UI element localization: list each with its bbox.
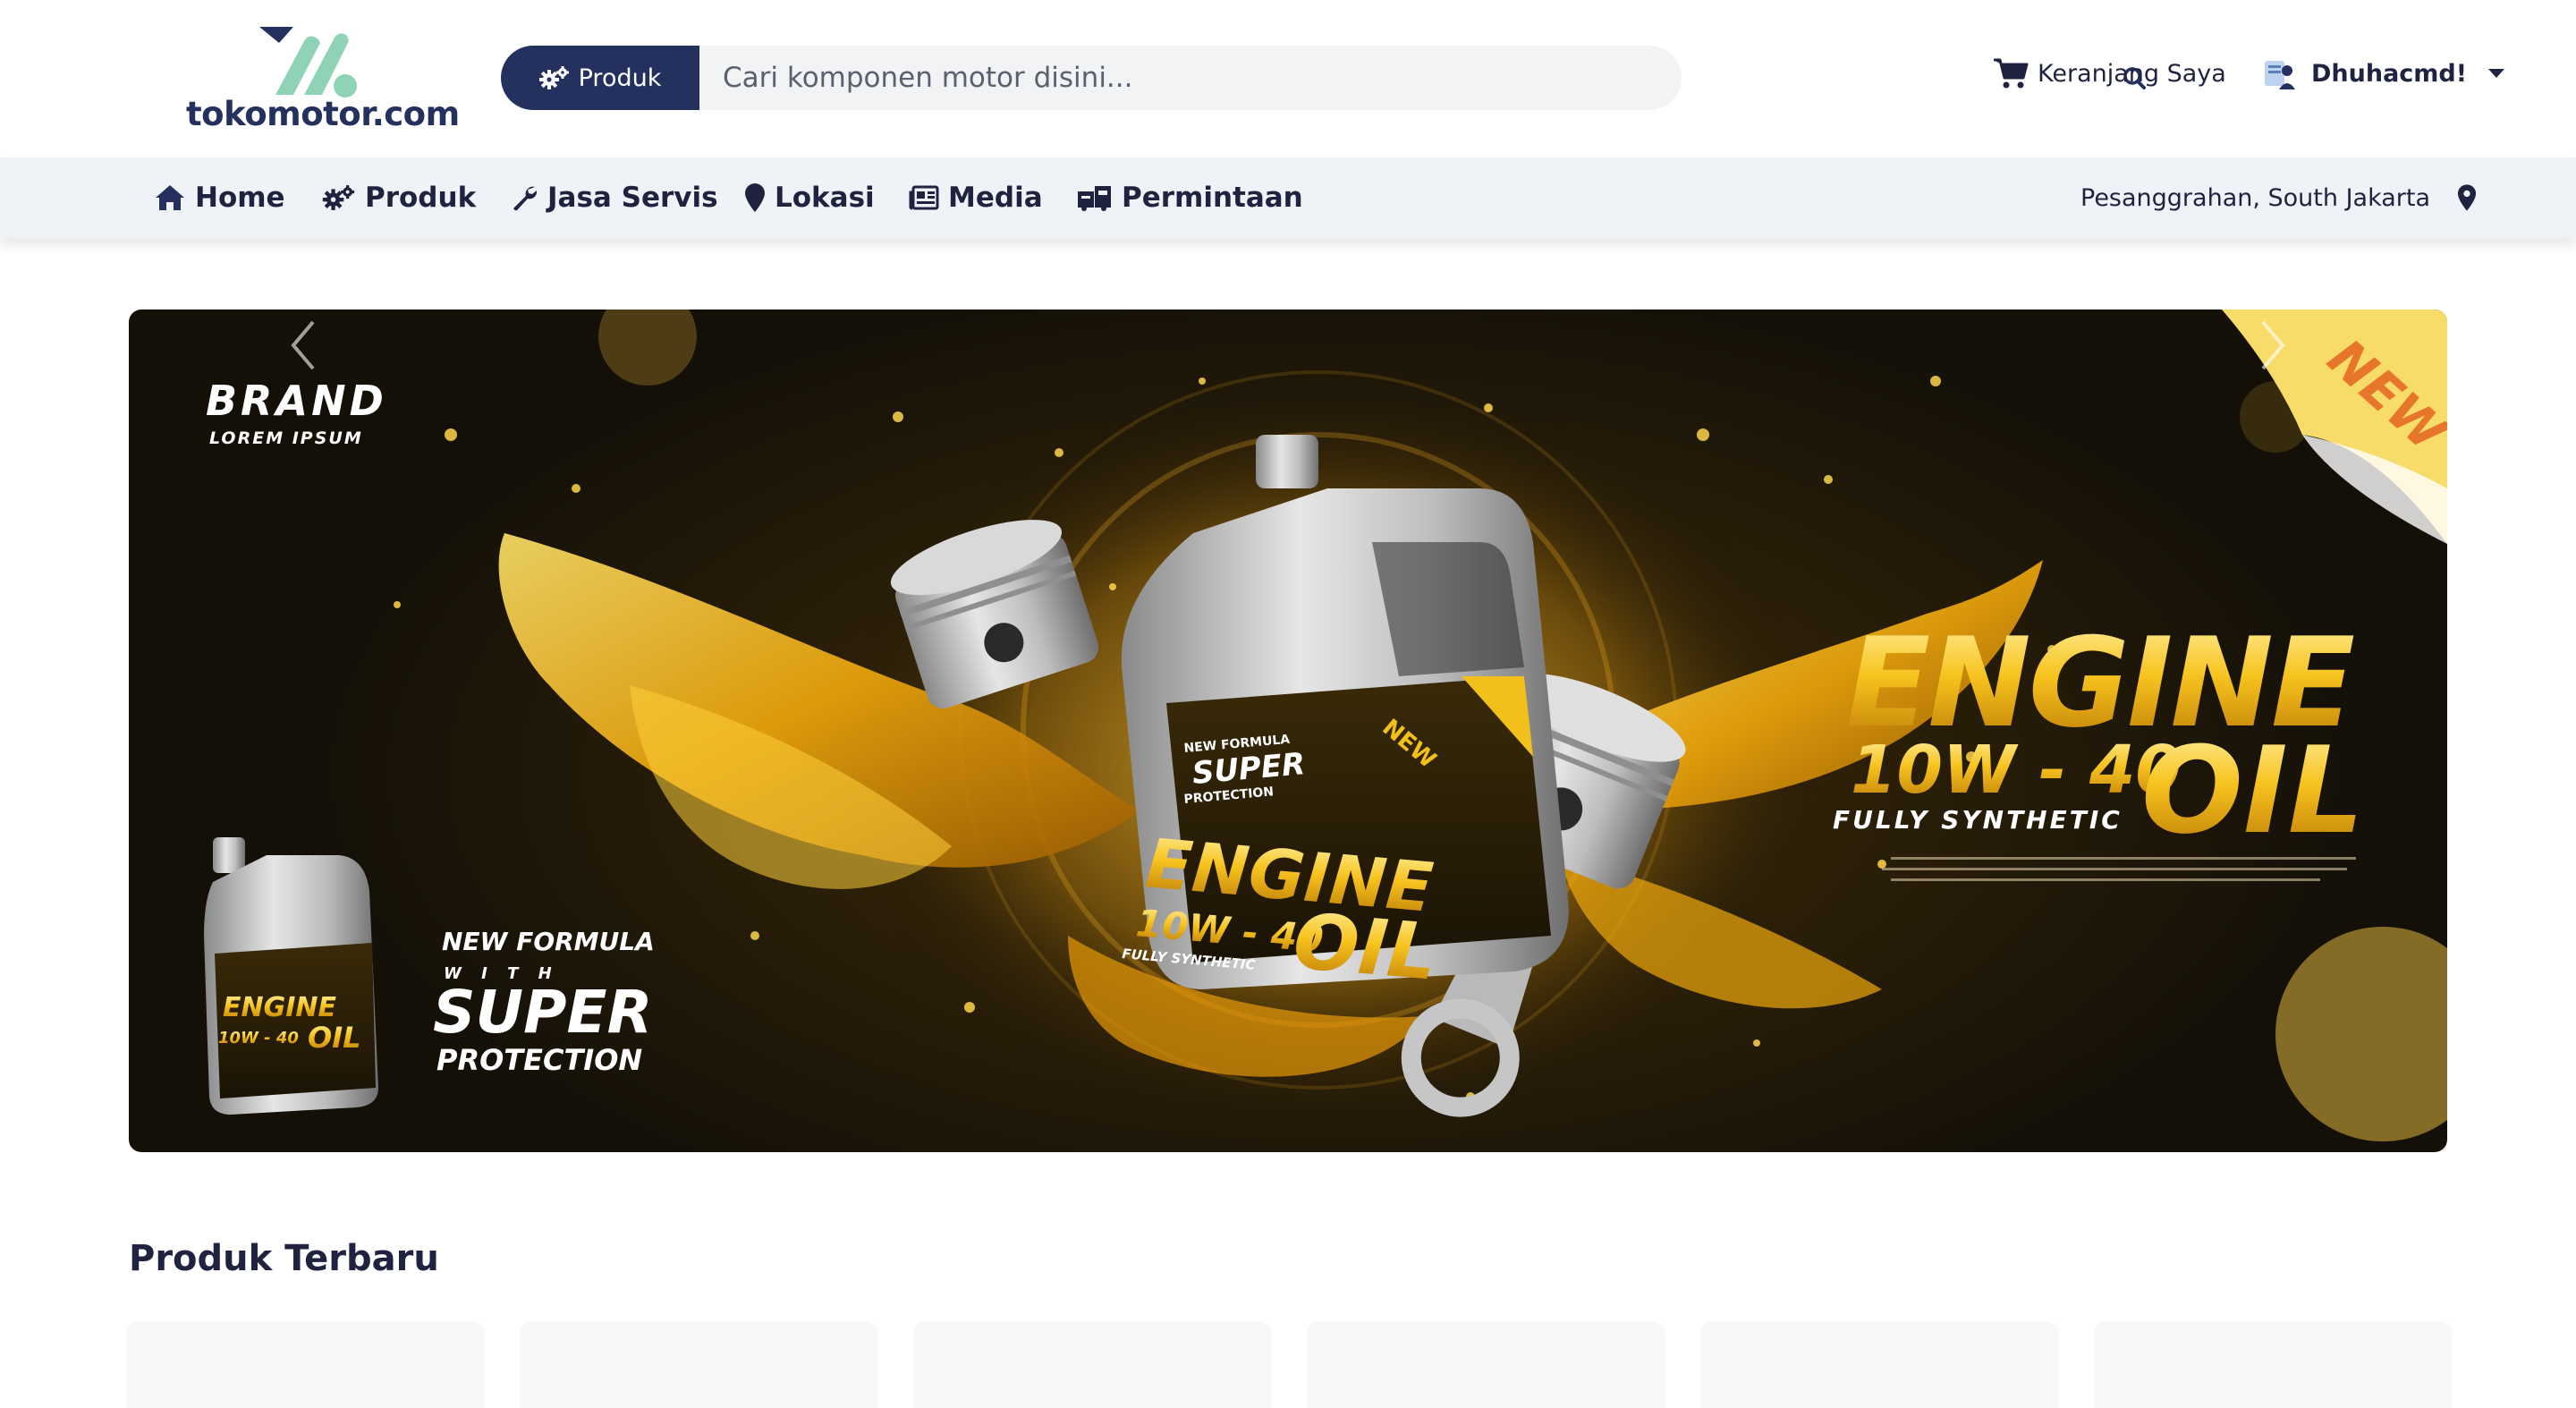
user-menu[interactable]: Dhuhacmd! [2261,55,2505,91]
nav-label-permintaan: Permintaan [1122,182,1303,214]
product-card[interactable] [521,1322,877,1408]
logo-text: tokomotor.com [186,95,460,133]
nav-label-jasa-servis: Jasa Servis [547,182,718,214]
chevron-down-icon [2488,69,2505,78]
nav-item-lokasi[interactable]: Lokasi [744,157,875,238]
location-label: Pesanggrahan, South Jakarta [2080,183,2431,212]
nav-label-home: Home [195,182,285,214]
banner-headline-synthetic: FULLY SYNTHETIC [1833,805,2123,835]
newspaper-icon [909,185,939,210]
site-logo[interactable]: tokomotor.com [186,23,460,134]
product-card[interactable] [2095,1322,2451,1408]
truck-request-icon [1078,186,1111,211]
search-category-button[interactable]: Produk [501,46,699,110]
carousel-prev-arrow-icon[interactable] [277,310,331,381]
map-pin-icon [2457,184,2477,211]
map-pin-icon [745,183,765,212]
hero-banner-carousel[interactable]: NEW NEW FORMULA SUPER PROTECTION ENGINE … [129,310,2447,1152]
banner-tagline-1: NEW FORMULA [442,927,655,956]
product-card[interactable] [914,1322,1270,1408]
banner-artwork: NEW NEW FORMULA SUPER PROTECTION ENGINE … [204,310,2447,1141]
cart-icon [1994,58,2029,89]
logo-mark-icon [259,27,357,98]
carousel-next-arrow-icon[interactable] [2245,310,2299,381]
nav-item-home[interactable]: Home [154,157,285,238]
banner-brand-title: BRAND [206,377,387,425]
banner-headline-oil: OIL [2141,721,2364,861]
banner-headline-grade: 10W - 40 [1851,732,2182,809]
search-category-label: Produk [578,64,662,92]
cart-link[interactable]: Keranjang Saya [1993,57,2226,89]
search-bar: Produk [501,46,2146,110]
section-title-latest-products: Produk Terbaru [129,1238,439,1279]
search-input[interactable] [699,46,1594,110]
cart-label: Keranjang Saya [2038,59,2226,88]
avatar [2265,61,2295,89]
nav-label-lokasi: Lokasi [775,182,875,214]
bottle-label-oil: OIL [1290,896,1440,998]
product-card[interactable] [1701,1322,2057,1408]
header: tokomotor.com Produk Cari komponen motor… [0,0,2576,157]
wrench-icon [513,186,538,211]
small-bottle-label-engine: ENGINE [223,992,336,1023]
nav-item-jasa-servis[interactable]: Jasa Servis [510,157,718,238]
small-bottle-label-oil: OIL [308,1021,361,1055]
banner-tagline-3: SUPER [433,978,652,1047]
main-nav: Home Produk Jasa Servis Lokasi Media Per… [0,157,2576,238]
product-card[interactable] [127,1322,483,1408]
nav-item-permintaan[interactable]: Permintaan [1077,157,1303,238]
home-icon [156,185,184,210]
banner-tagline-4: PROTECTION [436,1043,642,1077]
gears-icon [322,185,355,210]
nav-label-produk: Produk [365,182,477,214]
location-selector[interactable]: Pesanggrahan, South Jakarta [2080,157,2477,238]
small-bottle-label-grade: 10W - 40 [218,1029,299,1048]
product-card[interactable] [1308,1322,1664,1408]
nav-label-media: Media [948,182,1043,214]
user-name: Dhuhacmd! [2311,59,2468,88]
gears-icon [538,66,569,89]
nav-item-media[interactable]: Media [909,157,1043,238]
nav-item-produk[interactable]: Produk [322,157,476,238]
banner-brand-sub: LOREM IPSUM [209,428,363,448]
